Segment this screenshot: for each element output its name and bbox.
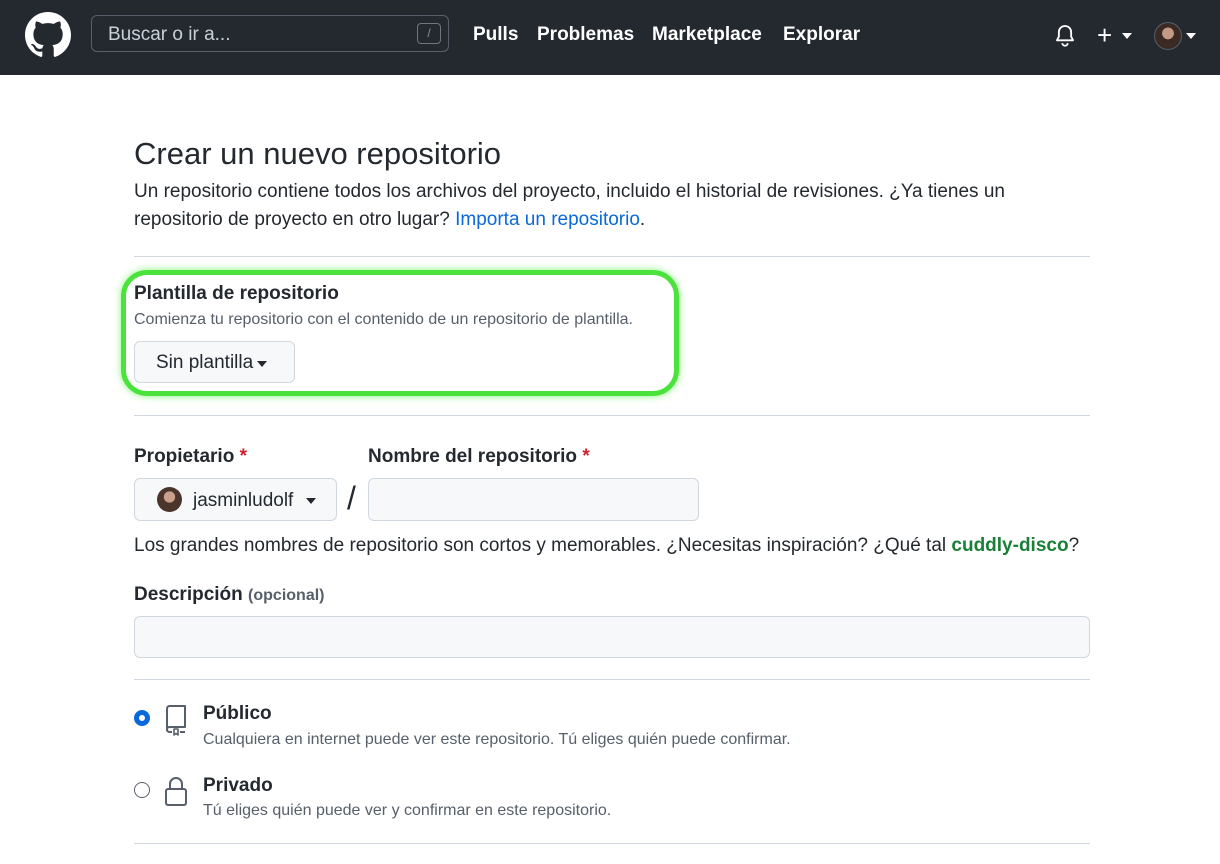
name-suggestion-link[interactable]: cuddly-disco <box>951 535 1068 556</box>
top-navigation-bar: Buscar o ir a... / Pulls Problemas Marke… <box>0 0 1220 75</box>
divider <box>134 679 1090 680</box>
search-placeholder: Buscar o ir a... <box>108 24 231 45</box>
import-repository-link[interactable]: Importa un repositorio <box>455 209 640 230</box>
github-logo-icon[interactable] <box>25 12 71 58</box>
public-title: Público <box>203 703 272 724</box>
helper-text: Los grandes nombres de repositorio son c… <box>134 535 952 556</box>
required-asterisk: * <box>582 446 590 467</box>
template-description: Comienza tu repositorio con el contenido… <box>134 311 633 328</box>
create-menu-caret-icon[interactable] <box>1122 33 1132 39</box>
nav-issues[interactable]: Problemas <box>537 24 634 46</box>
repo-name-input[interactable] <box>368 478 699 521</box>
required-asterisk: * <box>239 446 247 467</box>
user-menu-caret-icon[interactable] <box>1186 33 1196 39</box>
intro-end: . <box>639 209 646 230</box>
user-avatar[interactable] <box>1154 22 1182 50</box>
divider <box>134 415 1090 416</box>
owner-label: Propietario * <box>134 446 247 468</box>
repo-name-helper: Los grandes nombres de repositorio son c… <box>134 535 1079 557</box>
repo-name-label: Nombre del repositorio * <box>368 446 590 468</box>
owner-repo-separator: / <box>347 480 356 516</box>
nav-explore[interactable]: Explorar <box>783 24 860 46</box>
helper-end: ? <box>1068 535 1080 556</box>
nav-pulls[interactable]: Pulls <box>473 24 518 46</box>
private-title: Privado <box>203 775 273 796</box>
template-select-button[interactable]: Sin plantilla <box>134 341 295 383</box>
template-label: Plantilla de repositorio <box>134 283 339 304</box>
chevron-down-icon <box>306 498 316 504</box>
search-shortcut-key: / <box>417 23 441 44</box>
public-radio[interactable] <box>134 710 150 726</box>
description-label-text: Descripción <box>134 584 243 605</box>
divider <box>134 843 1090 844</box>
private-radio[interactable] <box>134 782 150 798</box>
page-title: Crear un nuevo repositorio <box>134 136 502 171</box>
divider <box>134 256 1090 257</box>
description-input[interactable] <box>134 616 1090 658</box>
optional-hint: (opcional) <box>248 587 325 604</box>
description-label: Descripción (opcional) <box>134 584 324 606</box>
private-description: Tú eliges quién puede ver y confirmar en… <box>203 802 612 819</box>
nav-marketplace[interactable]: Marketplace <box>652 24 762 46</box>
owner-label-text: Propietario <box>134 446 235 467</box>
create-new-plus-icon[interactable]: + <box>1097 22 1112 48</box>
page-intro: Un repositorio contiene todos los archiv… <box>134 178 1064 234</box>
search-input[interactable]: Buscar o ir a... / <box>91 15 449 52</box>
owner-value: jasminludolf <box>193 490 294 511</box>
notifications-bell-icon[interactable] <box>1054 24 1076 48</box>
public-description: Cualquiera en internet puede ver este re… <box>203 731 791 748</box>
owner-select-button[interactable]: jasminludolf <box>134 478 337 521</box>
repo-name-label-text: Nombre del repositorio <box>368 446 578 467</box>
owner-avatar <box>157 487 182 512</box>
repo-icon <box>166 705 186 736</box>
chevron-down-icon <box>257 361 267 367</box>
template-selected-value: Sin plantilla <box>156 352 254 373</box>
lock-icon <box>165 777 187 806</box>
